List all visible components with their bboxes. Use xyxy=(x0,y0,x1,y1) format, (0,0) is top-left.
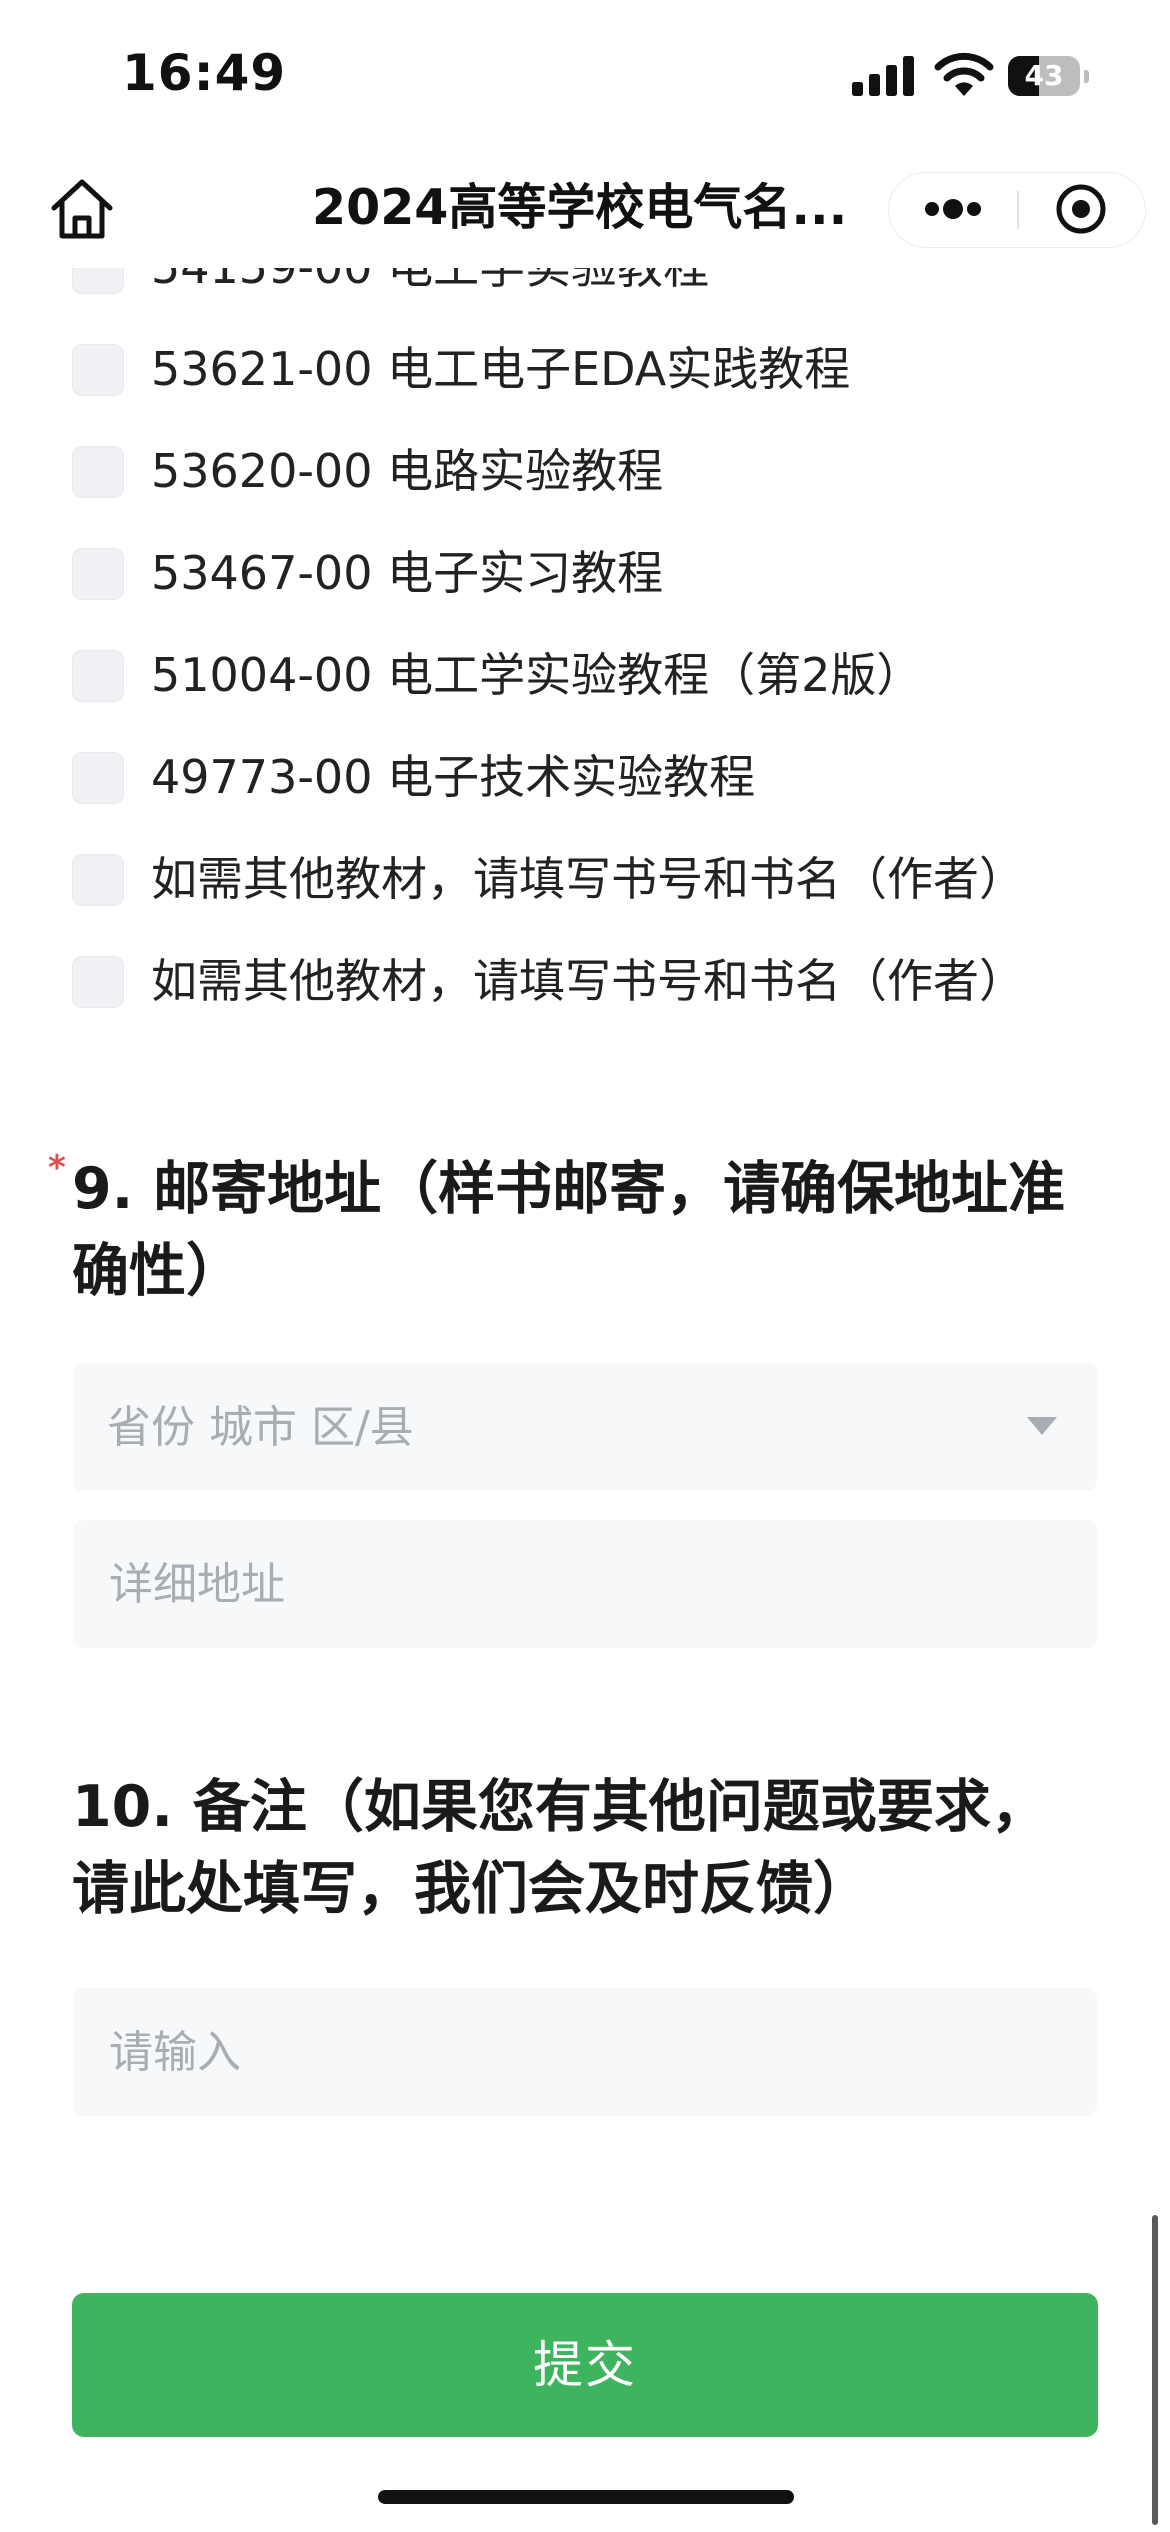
option-item[interactable]: 如需其他教材，请填写书号和书名（作者） xyxy=(0,828,1170,930)
nav-bar: 2024高等学校电气名... xyxy=(0,150,1170,268)
required-asterisk: * xyxy=(48,1148,66,1188)
question-9-title: 9. 邮寄地址（样书邮寄，请确保地址准确性） xyxy=(72,1156,1066,1304)
checkbox[interactable] xyxy=(72,752,124,804)
option-label: 53467-00 电子实习教程 xyxy=(151,546,664,600)
home-indicator xyxy=(378,2490,794,2504)
close-mini-program-button[interactable] xyxy=(1019,173,1145,246)
target-circle-icon xyxy=(1056,184,1106,234)
checkbox[interactable] xyxy=(72,548,124,600)
battery-indicator: 43 xyxy=(1008,56,1089,96)
option-item[interactable]: 53621-00 电工电子EDA实践教程 xyxy=(0,318,1170,420)
checkbox[interactable] xyxy=(72,344,124,396)
status-time: 16:49 xyxy=(122,44,287,102)
scrollbar-thumb[interactable] xyxy=(1152,2215,1158,2525)
remark-input[interactable] xyxy=(73,1988,1097,2116)
book-options-list: 54159-00 电工学实验教程 53621-00 电工电子EDA实践教程 53… xyxy=(0,268,1170,1032)
option-label: 53621-00 电工电子EDA实践教程 xyxy=(151,342,851,396)
option-label: 54159-00 电工学实验教程 xyxy=(151,268,709,296)
option-item[interactable]: 53620-00 电路实验教程 xyxy=(0,420,1170,522)
home-button[interactable] xyxy=(46,176,118,242)
option-label: 51004-00 电工学实验教程（第2版） xyxy=(151,648,923,702)
region-placeholder: 省份 城市 区/县 xyxy=(107,1402,414,1453)
checkbox[interactable] xyxy=(72,268,124,294)
battery-cap xyxy=(1084,70,1089,83)
home-icon xyxy=(51,179,113,239)
checkbox[interactable] xyxy=(72,854,124,906)
option-item[interactable]: 如需其他教材，请填写书号和书名（作者） xyxy=(0,930,1170,1032)
battery-percent: 43 xyxy=(1024,59,1064,92)
more-button[interactable] xyxy=(889,173,1017,246)
status-bar: 16:49 43 xyxy=(0,0,1170,150)
form-content[interactable]: 54159-00 电工学实验教程 53621-00 电工电子EDA实践教程 53… xyxy=(0,268,1170,2532)
checkbox[interactable] xyxy=(72,956,124,1008)
option-item[interactable]: 54159-00 电工学实验教程 xyxy=(0,268,1170,318)
mini-program-capsule xyxy=(888,172,1146,248)
option-item[interactable]: 49773-00 电子技术实验教程 xyxy=(0,726,1170,828)
checkbox[interactable] xyxy=(72,650,124,702)
submit-button[interactable]: 提交 xyxy=(72,2293,1098,2437)
option-label: 如需其他教材，请填写书号和书名（作者） xyxy=(151,852,1025,906)
detail-address-input[interactable] xyxy=(73,1520,1097,1648)
option-label: 49773-00 电子技术实验教程 xyxy=(151,750,756,804)
option-label: 53620-00 电路实验教程 xyxy=(151,444,664,498)
battery-body: 43 xyxy=(1008,56,1080,96)
question-10-title: 10. 备注（如果您有其他问题或要求，请此处填写，我们会及时反馈） xyxy=(72,1774,1048,1922)
option-label: 如需其他教材，请填写书号和书名（作者） xyxy=(151,954,1025,1008)
page-title: 2024高等学校电气名... xyxy=(312,179,848,236)
more-dots-icon xyxy=(925,199,981,219)
option-item[interactable]: 51004-00 电工学实验教程（第2版） xyxy=(0,624,1170,726)
checkbox[interactable] xyxy=(72,446,124,498)
option-item[interactable]: 53467-00 电子实习教程 xyxy=(0,522,1170,624)
wifi-icon xyxy=(934,52,994,96)
cellular-signal-icon xyxy=(852,56,914,96)
region-select[interactable]: 省份 城市 区/县 xyxy=(73,1363,1097,1491)
dropdown-arrow-icon xyxy=(1027,1417,1057,1435)
